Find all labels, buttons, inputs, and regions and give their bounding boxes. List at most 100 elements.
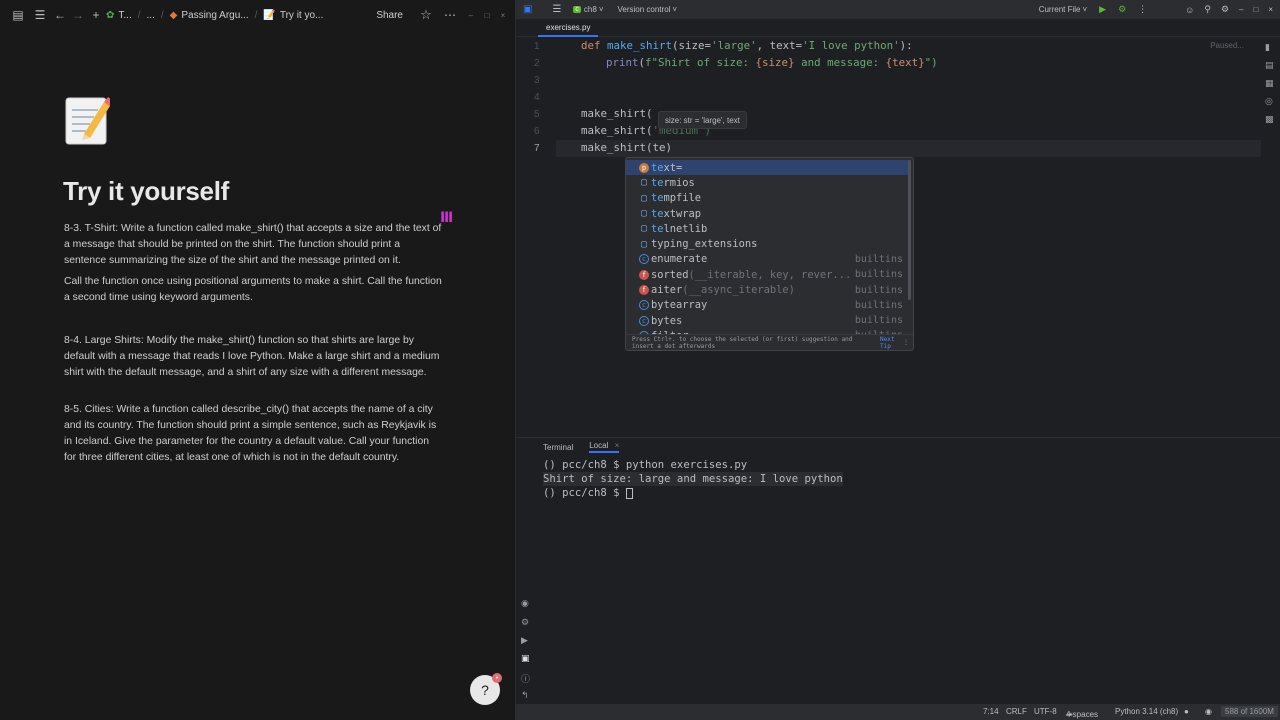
close-icon[interactable]: × (1268, 5, 1273, 14)
inspections-icon[interactable]: ◉ (1205, 707, 1212, 716)
completion-item[interactable]: p text= (626, 160, 911, 176)
breadcrumb-current-page[interactable]: 📝 Try it yo... (263, 10, 323, 21)
completion-item[interactable]: ▢ textwrap (626, 206, 911, 221)
close-icon[interactable]: × (497, 11, 509, 20)
terminal-session-tab[interactable]: Local × (589, 441, 620, 453)
maximize-icon[interactable]: □ (481, 11, 493, 20)
main-menu-icon[interactable]: ☰ (552, 4, 561, 15)
run-tool-icon[interactable]: ▶ (521, 635, 528, 646)
completion-scrollbar[interactable] (908, 160, 911, 300)
completion-popup[interactable]: p text= ▢ termios ▢ tempfile ▢ textwrap ▢ telnetl… (625, 157, 914, 351)
completion-item[interactable]: f aiter (__async_iterable) builtins (626, 282, 911, 297)
completion-signature: (__iterable, key, rever... (688, 268, 852, 281)
breadcrumb-label: T... (118, 9, 132, 21)
new-page-icon[interactable]: + (88, 8, 104, 22)
interpreter-selector[interactable]: Python 3.14 (ch8) (1115, 707, 1178, 716)
next-tip-link[interactable]: Next Tip (880, 336, 903, 350)
paragraph-8-3[interactable]: 8-3. T-Shirt: Write a function called ma… (64, 221, 444, 269)
terminal-tool-icon[interactable]: ▣ (521, 653, 530, 664)
line-number: 2 (534, 58, 540, 69)
paragraph-8-3-cont[interactable]: Call the function once using positional … (64, 274, 444, 306)
star-icon[interactable]: ☆ (417, 7, 435, 23)
terminal-tab[interactable]: Terminal (543, 443, 573, 452)
page-title[interactable]: Try it yourself (63, 176, 229, 207)
completion-item[interactable]: c bytes builtins (626, 313, 911, 328)
notion-logo-icon[interactable]: ▤ (10, 8, 26, 22)
breadcrumb-separator: / (137, 9, 141, 21)
more-icon[interactable]: ⋮ (1138, 4, 1147, 15)
folder-icon[interactable]: ▦ (1265, 78, 1274, 89)
project-selector[interactable]: c ch8 ˅ (573, 5, 604, 14)
forward-arrow-icon[interactable]: → (70, 8, 86, 22)
share-button[interactable]: Share (376, 10, 403, 21)
minimize-icon[interactable]: – (1239, 5, 1243, 14)
services-icon[interactable]: ⚙ (521, 617, 529, 628)
more-icon[interactable]: ⋯ (441, 8, 459, 22)
structure-icon[interactable]: ▩ (1265, 114, 1274, 125)
completion-item[interactable]: ▢ telnetlib (626, 221, 911, 236)
completion-name: textwrap (651, 207, 702, 220)
line-number: 7 (534, 143, 540, 154)
breadcrumb-parent-page[interactable]: ◆ Passing Argu... (170, 10, 249, 21)
paragraph-8-5[interactable]: 8-5. Cities: Write a function called des… (64, 402, 444, 466)
back-arrow-icon[interactable]: ← (52, 8, 68, 22)
maximize-icon[interactable]: □ (1253, 5, 1258, 14)
minimize-icon[interactable]: – (465, 11, 477, 20)
page-memo-icon[interactable] (64, 94, 110, 146)
terminal-output[interactable]: () pcc/ch8 $ python exercises.py Shirt o… (543, 458, 1243, 698)
completion-item[interactable]: c enumerate builtins (626, 252, 911, 267)
completion-source: builtins (854, 253, 903, 265)
problems-icon[interactable]: ⓘ (521, 672, 530, 685)
completion-name: bytes (651, 314, 683, 327)
git-icon[interactable]: ↰ (521, 690, 529, 701)
completion-item[interactable]: ▢ termios (626, 175, 911, 190)
run-config-label: Current File (1038, 5, 1081, 14)
ide-logo-icon[interactable]: ▣ (523, 4, 532, 15)
class-icon: c (639, 300, 649, 311)
completion-name: enumerate (651, 253, 708, 266)
python-packages-icon[interactable]: ◉ (521, 598, 529, 609)
breadcrumb-label: Try it yo... (279, 9, 324, 21)
completion-item[interactable]: f sorted (__iterable, key, rever... builtin… (626, 267, 911, 282)
breadcrumb-separator: / (254, 9, 258, 21)
run-icon[interactable]: ▶ (1099, 4, 1106, 15)
vcs-label: Version control (617, 5, 671, 14)
close-tab-icon[interactable]: × (615, 441, 620, 450)
caret-position[interactable]: 7:14 (983, 707, 999, 716)
database-icon[interactable]: ▤ (1265, 60, 1274, 71)
more-icon[interactable]: ⋮ (903, 339, 909, 346)
breadcrumb-workspace[interactable]: ✿ T... (106, 10, 132, 21)
tab-label: exercises.py (546, 22, 591, 32)
ai-assistant-icon[interactable]: ◎ (1265, 96, 1273, 107)
help-button[interactable]: ? • (470, 673, 502, 705)
notifications-icon[interactable]: ▮ (1265, 42, 1270, 53)
module-icon: ▢ (640, 177, 648, 189)
file-encoding[interactable]: UTF-8 (1034, 707, 1057, 716)
search-icon[interactable]: ⚲ (1204, 4, 1211, 15)
menu-icon[interactable]: ☰ (32, 8, 48, 22)
module-icon: ▢ (640, 238, 648, 250)
module-icon: ▢ (640, 223, 648, 235)
completion-item[interactable]: ▢ typing_extensions (626, 237, 911, 252)
notification-badge-icon: • (492, 673, 502, 683)
text-cursor-icon: Ⅲ (440, 209, 454, 225)
completion-name: termios (651, 176, 695, 189)
lock-icon[interactable]: ● (1184, 707, 1189, 716)
account-icon[interactable]: ☺ (1185, 5, 1194, 15)
settings-icon[interactable]: ⚙ (1221, 4, 1229, 15)
completion-item[interactable]: ▢ tempfile (626, 191, 911, 206)
completion-item[interactable]: c bytearray builtins (626, 298, 911, 313)
memory-indicator[interactable]: 588 of 1600M (1221, 706, 1278, 717)
breadcrumb-ellipsis[interactable]: ... (147, 10, 155, 21)
paragraph-8-4[interactable]: 8-4. Large Shirts: Modify the make_shirt… (64, 333, 444, 381)
debug-icon[interactable]: ⚙ (1118, 4, 1126, 15)
line-separator[interactable]: CRLF (1006, 707, 1027, 716)
class-icon: c (639, 315, 649, 326)
run-config-selector[interactable]: Current File ˅ (1039, 5, 1087, 14)
terminal-line: () pcc/ch8 $ python exercises.py (543, 459, 748, 471)
vcs-selector[interactable]: Version control ˅ (618, 5, 678, 14)
completion-signature: (__async_iterable) (682, 284, 795, 297)
completion-name: typing_extensions (651, 238, 758, 251)
chevron-down-icon: ˅ (672, 5, 678, 14)
editor-tab-exercises[interactable]: exercises.py (538, 19, 599, 37)
